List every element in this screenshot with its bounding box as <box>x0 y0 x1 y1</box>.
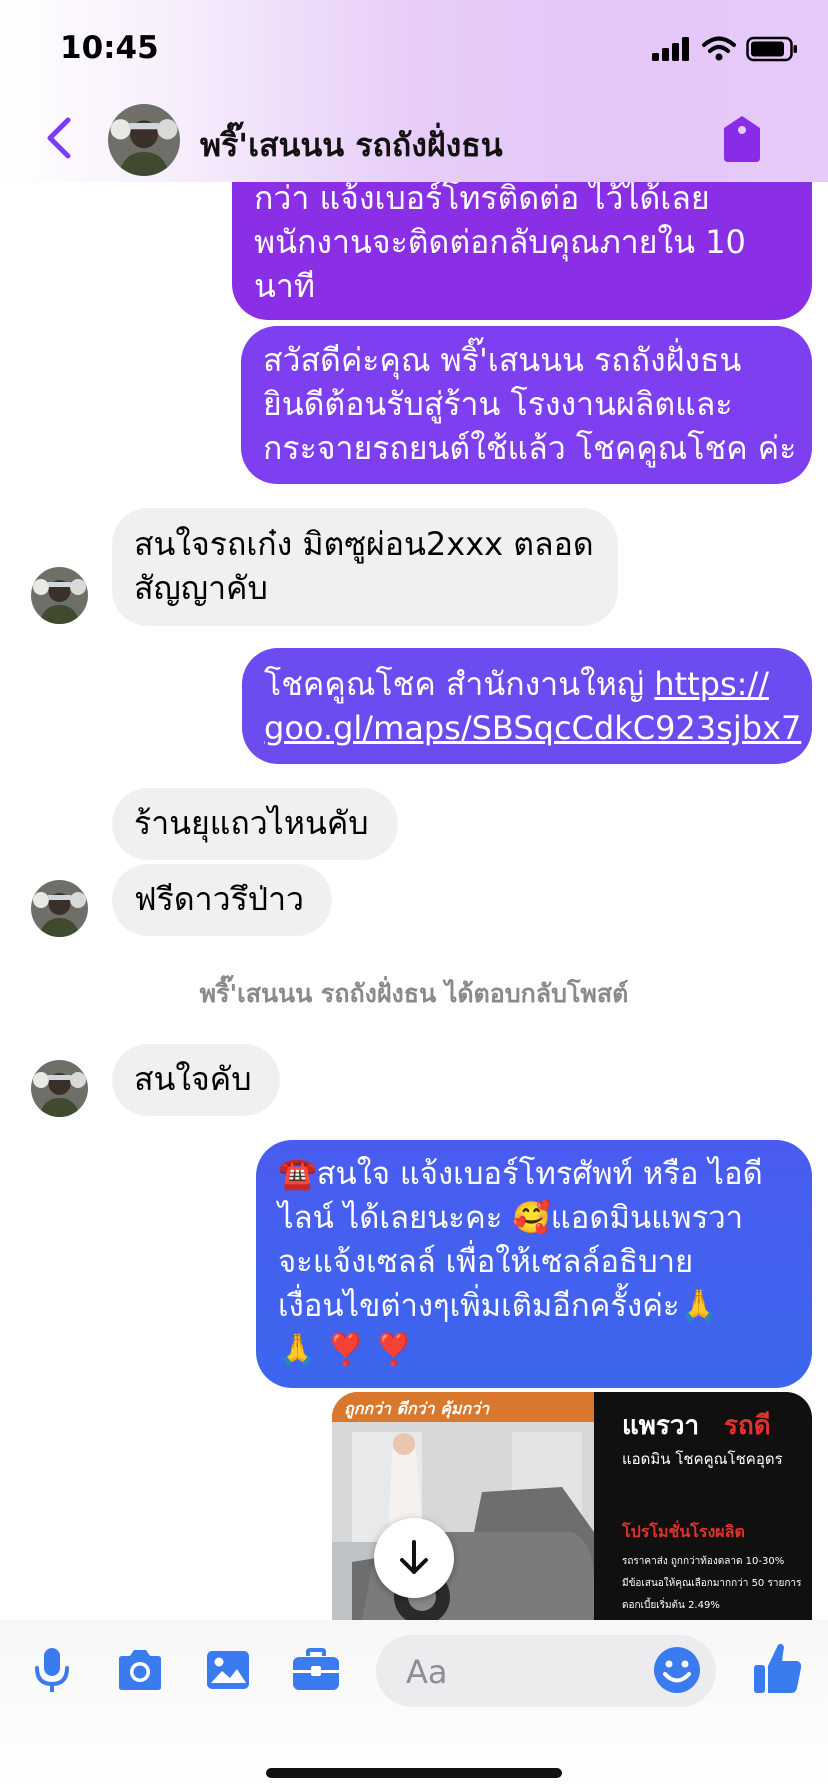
conversation-area[interactable]: กว่า แจ้งเบอร์โทรติดต่อ ไว้ได้เลย พนักงา… <box>0 0 828 1620</box>
message-input[interactable]: Aa <box>376 1635 716 1707</box>
message-line: ร้านยุแถวไหนคับ <box>134 804 369 842</box>
thumbs-up-icon <box>754 1643 802 1693</box>
camera-button[interactable] <box>112 1644 168 1696</box>
promo-banner-text: ถูกกว่า ดีกว่า คุ้มกว่า <box>344 1399 490 1419</box>
message-line: นาที <box>254 267 315 305</box>
scroll-to-bottom-button[interactable] <box>374 1518 454 1598</box>
message-line: เงื่อนไขต่างๆเพิ่มเติมอีกครั้งค่ะ🙏 <box>278 1288 719 1324</box>
message-line: สัญญาคับ <box>134 569 268 607</box>
cellular-signal-icon <box>652 37 689 61</box>
message-line: พนักงานจะติดต่อกลับคุณภายใน 10 <box>254 223 746 261</box>
smiley-icon <box>654 1647 700 1693</box>
reply-notice: พริ๊'เสนนน รถถังฝั่งธน ได้ตอบกลับโพสต์ <box>199 979 629 1008</box>
contact-avatar[interactable] <box>31 1060 88 1117</box>
emoji-button[interactable] <box>650 1643 704 1697</box>
avatar-photo <box>31 880 88 937</box>
avatar-photo <box>108 104 180 176</box>
message-line: สนใจรถเก๋ง มิตซูผ่อน2xxx ตลอด <box>134 525 594 563</box>
outgoing-message[interactable]: กว่า แจ้งเบอร์โทรติดต่อ ไว้ได้เลย พนักงา… <box>232 170 812 320</box>
arrow-down-icon <box>400 1540 428 1574</box>
promo-brand-text: แพรวา <box>622 1411 699 1441</box>
avatar-photo <box>31 567 88 624</box>
map-link[interactable]: https:// <box>654 665 769 703</box>
camera-icon <box>119 1650 161 1690</box>
chevron-left-icon <box>47 117 71 159</box>
status-time: 10:45 <box>60 30 159 66</box>
promo-detail-text: ดอกเบี้ยเริ่มต้น 2.49% <box>622 1597 720 1611</box>
message-line: กว่า แจ้งเบอร์โทรติดต่อ ไว้ได้เลย <box>254 179 710 217</box>
tag-icon <box>724 116 760 162</box>
contact-avatar[interactable] <box>31 567 88 624</box>
contact-name[interactable]: พริ๊'เสนนน รถถังฝั่งธน <box>200 120 503 171</box>
chat-header: 10:45 พริ๊'เสนนน รถถังฝั่งธน <box>0 0 828 182</box>
message-line: กระจายรถยนต์ใช้แล้ว โชคคูณโชค ค่ะ <box>263 429 797 467</box>
input-placeholder: Aa <box>406 1653 448 1691</box>
message-line: ☎️สนใจ แจ้งเบอร์โทรศัพท์ หรือ ไอดี <box>278 1156 763 1192</box>
message-line: ไลน์ ได้เลยนะคะ 🥰แอดมินแพรวา <box>278 1200 744 1236</box>
promo-brand-text: รถดี <box>724 1411 771 1441</box>
voice-button[interactable] <box>24 1644 80 1696</box>
message-line: จะแจ้งเซลล์ เพื่อให้เซลล์อธิบาย <box>278 1244 694 1280</box>
message-line: 🙏 ❣️ ❣️ <box>278 1332 414 1368</box>
battery-icon <box>746 36 797 62</box>
header-avatar[interactable] <box>108 104 180 176</box>
message-text: โชคคูณโชค สำนักงานใหญ่ <box>264 665 655 703</box>
business-tools-button[interactable] <box>288 1644 344 1696</box>
status-icons <box>652 36 798 62</box>
back-button[interactable] <box>40 112 80 164</box>
incoming-message[interactable]: สนใจรถเก๋ง มิตซูผ่อน2xxx ตลอด สัญญาคับ <box>112 508 618 626</box>
like-button[interactable] <box>748 1638 808 1698</box>
message-line: สวัสดีค่ะคุณ พริ๊'เสนนน รถถังฝั่งธน <box>263 341 742 379</box>
wifi-icon <box>702 36 736 61</box>
label-button[interactable] <box>720 114 764 164</box>
outgoing-message[interactable]: ☎️สนใจ แจ้งเบอร์โทรศัพท์ หรือ ไอดี ไลน์ … <box>256 1140 812 1388</box>
briefcase-icon <box>293 1648 339 1690</box>
message-composer: Aa <box>0 1620 828 1792</box>
message-line: ยินดีต้อนรับสู่ร้าน โรงงานผลิตและ <box>263 385 733 423</box>
contact-avatar[interactable] <box>31 880 88 937</box>
incoming-message[interactable]: สนใจคับ <box>112 1044 280 1116</box>
promo-subtitle-text: แอดมิน โชคคูณโชคอุดร <box>622 1450 783 1469</box>
avatar-photo <box>31 1060 88 1117</box>
image-icon <box>207 1651 249 1689</box>
promo-detail-text: มีข้อเสนอให้คุณเลือกมากกว่า 50 รายการ <box>622 1577 802 1589</box>
message-line: ฟรีดาวรึป่าว <box>134 880 304 918</box>
gallery-button[interactable] <box>200 1644 256 1696</box>
incoming-message[interactable]: ร้านยุแถวไหนคับ <box>112 788 398 860</box>
promo-detail-text: รถราคาส่ง ถูกกว่าท้องตลาด 10-30% <box>622 1555 784 1567</box>
message-line: สนใจคับ <box>134 1060 252 1098</box>
outgoing-message[interactable]: โชคคูณโชค สำนักงานใหญ่ https:// goo.gl/m… <box>242 648 812 764</box>
microphone-icon <box>35 1648 69 1692</box>
promo-title-text: โปรโมชั่นโรงผลิต <box>621 1520 745 1541</box>
map-link[interactable]: goo.gl/maps/SBSqcCdkC923sjbx7 <box>264 709 801 747</box>
home-indicator <box>266 1768 562 1778</box>
incoming-message[interactable]: ฟรีดาวรึป่าว <box>112 864 332 936</box>
outgoing-message[interactable]: สวัสดีค่ะคุณ พริ๊'เสนนน รถถังฝั่งธน ยินด… <box>241 326 812 484</box>
